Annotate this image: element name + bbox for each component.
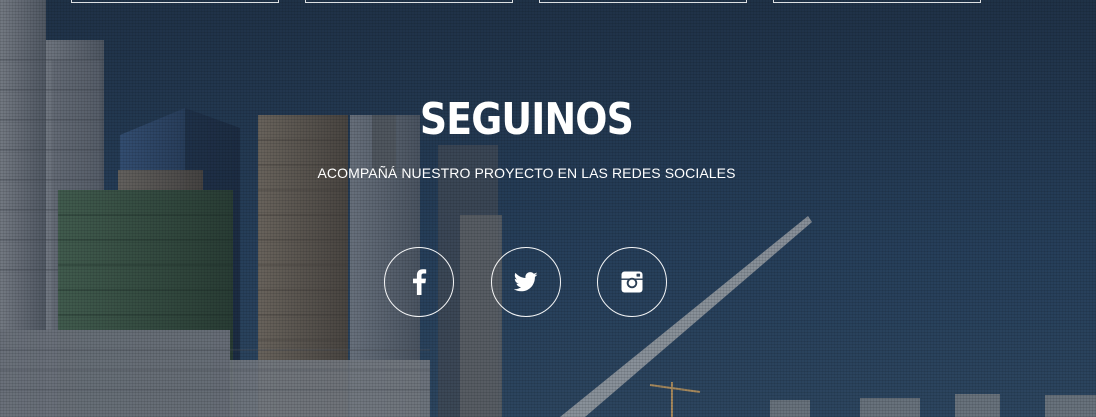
section-title: SEGUINOS bbox=[419, 94, 634, 145]
twitter-button[interactable] bbox=[491, 247, 561, 317]
social-section: SEGUINOS ACOMPAÑÁ NUESTRO PROYECTO EN LA… bbox=[0, 0, 1096, 417]
instagram-button[interactable] bbox=[597, 247, 667, 317]
section-subtitle: ACOMPAÑÁ NUESTRO PROYECTO EN LAS REDES S… bbox=[317, 165, 736, 181]
instagram-icon bbox=[621, 271, 643, 293]
twitter-icon bbox=[514, 272, 538, 292]
section-content: SEGUINOS ACOMPAÑÁ NUESTRO PROYECTO EN LA… bbox=[0, 0, 1096, 417]
facebook-button[interactable] bbox=[384, 247, 454, 317]
facebook-icon bbox=[413, 269, 427, 295]
